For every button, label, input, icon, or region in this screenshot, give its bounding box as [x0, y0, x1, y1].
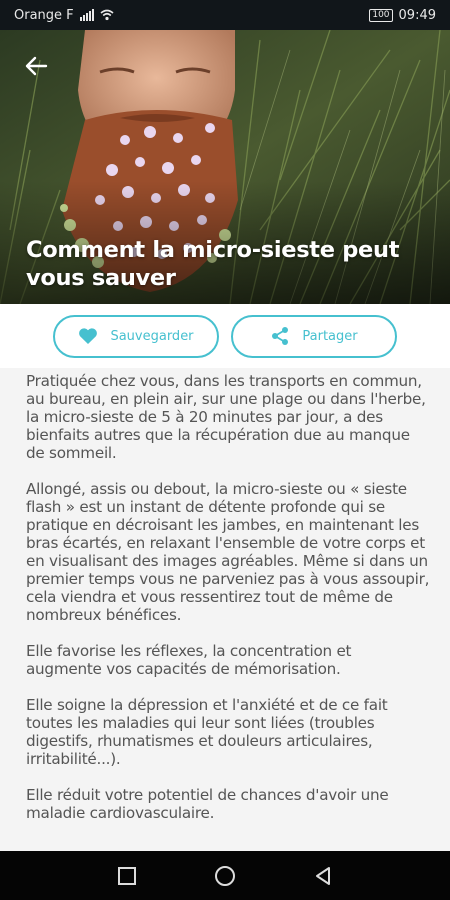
circle-icon: [215, 865, 235, 886]
article-paragraph: Allongé, assis ou debout, la micro-siest…: [26, 480, 430, 624]
hero-image: Comment la micro-sieste peut vous sauver: [0, 30, 450, 304]
wifi-icon: [100, 9, 114, 21]
save-button[interactable]: Sauvegarder: [53, 314, 219, 358]
share-label: Partager: [302, 328, 358, 344]
carrier-label: Orange F: [14, 7, 74, 23]
article-paragraph: Pratiquée chez vous, dans les transports…: [26, 372, 426, 462]
home-button[interactable]: [211, 862, 239, 890]
action-bar: Sauvegarder Partager: [0, 304, 450, 368]
status-bar: Orange F 100 09:49: [0, 0, 450, 30]
share-button[interactable]: Partager: [231, 314, 397, 358]
recent-apps-button[interactable]: [113, 862, 141, 890]
article-title: Comment la micro-sieste peut vous sauver: [26, 237, 400, 291]
article-paragraph: Elle réduit votre potentiel de chances d…: [26, 786, 389, 822]
arrow-left-icon: [25, 56, 48, 76]
article-paragraph: Elle soigne la dépression et l'anxiété e…: [26, 696, 388, 768]
back-nav-button[interactable]: [309, 862, 337, 890]
article-paragraph: Elle favorise les réflexes, la concentra…: [26, 642, 352, 678]
square-icon: [118, 866, 136, 885]
status-left: Orange F: [14, 8, 114, 23]
signal-icon: [79, 9, 94, 21]
share-icon: [272, 327, 289, 345]
battery-icon: 100: [369, 8, 393, 22]
navigation-bar: [0, 851, 450, 900]
heart-icon: [79, 328, 98, 344]
back-button[interactable]: [24, 56, 56, 82]
save-label: Sauvegarder: [110, 328, 194, 344]
status-right: 100 09:49: [369, 8, 436, 23]
triangle-back-icon: [316, 866, 330, 885]
article-body: Pratiquée chez vous, dans les transports…: [26, 372, 430, 840]
clock: 09:49: [398, 7, 436, 23]
